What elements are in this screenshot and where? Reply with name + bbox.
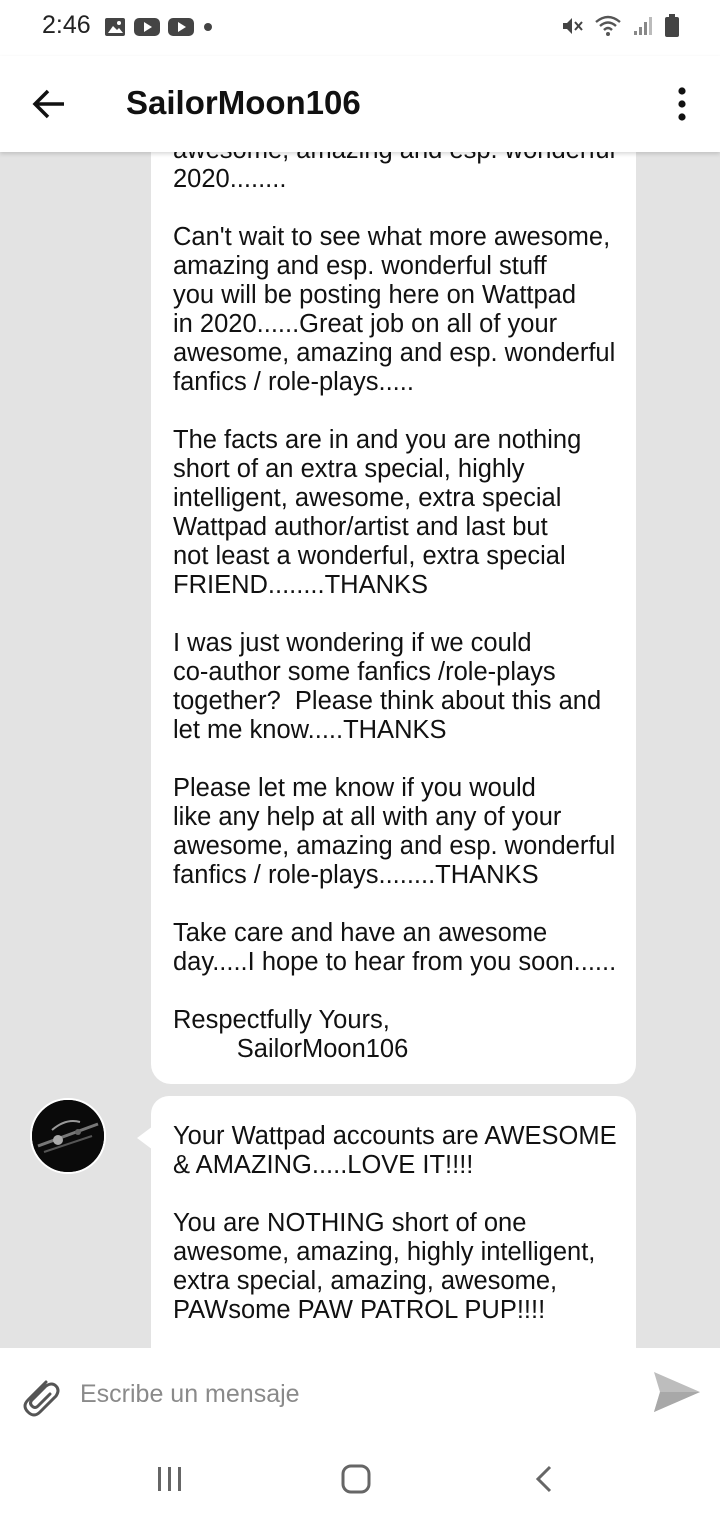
received-message-bubble: Your Wattpad accounts are AWESOME & AMAZ… [137,1096,636,1348]
message-composer [0,1348,720,1438]
recent-apps-button[interactable] [150,1464,190,1494]
more-vertical-icon [678,87,686,121]
paperclip-icon [23,1380,60,1417]
message-list[interactable]: awesome, amazing and esp. wonderful 2020… [0,152,720,1348]
app-bar: SailorMoon106 [0,56,720,152]
youtube-icon [168,18,194,36]
dot-icon [204,23,212,31]
avatar[interactable] [30,1098,106,1174]
home-button[interactable] [336,1464,376,1494]
back-button[interactable] [28,82,72,126]
message-text: awesome, amazing and esp. wonderful 2020… [173,152,617,1063]
attach-button[interactable] [16,1372,62,1418]
nav-back-button[interactable] [526,1464,566,1494]
send-button[interactable] [652,1368,702,1416]
status-time: 2:46 [42,11,91,39]
image-icon [105,18,125,36]
avatar-image-icon [32,1100,104,1172]
notification-icons [104,16,214,38]
signal-icon [634,17,652,35]
system-navigation-bar [0,1438,720,1520]
send-icon [654,1372,700,1412]
status-bar: 2:46 [0,0,720,56]
wifi-icon [595,15,621,36]
youtube-icon [134,18,160,36]
back-nav-icon [535,1465,552,1493]
sent-message-bubble: awesome, amazing and esp. wonderful 2020… [151,152,636,1084]
message-text: Your Wattpad accounts are AWESOME & AMAZ… [173,1122,617,1324]
home-icon [341,1464,371,1494]
system-icons [560,14,680,38]
recent-apps-icon [158,1467,181,1491]
mute-icon [563,18,583,34]
battery-icon [665,14,679,37]
conversation-title: SailorMoon106 [126,84,361,121]
arrow-left-icon [32,89,64,119]
message-input[interactable] [78,1370,622,1418]
more-options-button[interactable] [672,82,692,126]
